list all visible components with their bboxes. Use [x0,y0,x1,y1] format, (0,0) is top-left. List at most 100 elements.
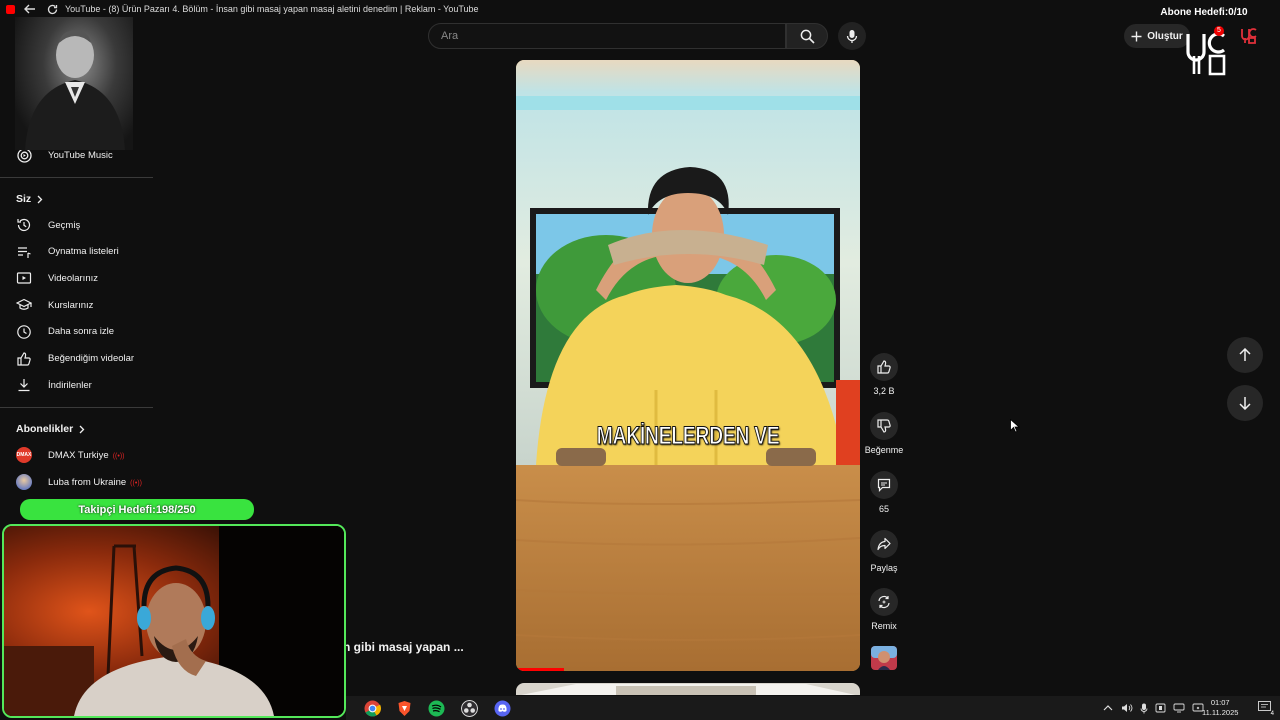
history-icon [16,217,32,233]
thumbs-up-icon [877,360,891,374]
dislike-button[interactable]: Beğenme [864,412,904,455]
share-button[interactable]: Paylaş [866,530,902,573]
sidebar-item-downloads[interactable]: İndirilenler [0,374,153,396]
obs-icon[interactable] [461,700,478,717]
dislike-icon-container [870,412,898,440]
battery-icon[interactable] [1155,703,1166,713]
clock-time: 01:07 [1210,698,1230,707]
live-indicator-icon: ((•)) [112,452,125,460]
remix-button[interactable]: Remix [866,588,902,631]
like-count: 3,2 B [873,386,895,396]
next-short-button[interactable] [1227,385,1263,421]
account-avatar-icon[interactable] [1240,26,1258,44]
discord-icon[interactable] [494,700,511,717]
taskbar-notif-count: 4 [1270,711,1274,717]
sidebar-item-label: Beğendiğim videolar [48,353,135,364]
browser-title-bar: YouTube - (8) Ürün Pazarı 4. Bölüm - İns… [0,0,1280,18]
plus-icon [1131,31,1142,41]
like-button[interactable]: 3,2 B [866,353,902,396]
sidebar-item-label: Geçmiş [48,219,81,231]
dislike-label: Beğenme [864,445,904,455]
sidebar-you-heading[interactable]: Siz [16,193,43,205]
microphone-icon [846,29,858,43]
youtube-favicon-icon [6,4,15,14]
spotify-icon[interactable] [428,700,445,717]
liked-videos-icon [16,351,32,367]
sidebar-item-your-videos[interactable]: Videolarınız [0,267,153,289]
search-icon [800,29,815,44]
taskbar-clock[interactable]: 01:07 11.11.2025 [1202,698,1238,718]
subscriptions-heading-label: Abonelikler [16,423,74,435]
webcam-overlay [2,524,346,718]
sidebar-item-liked-videos[interactable]: Beğendiğim videolar [0,348,153,370]
sidebar-item-label: YouTube Music [48,149,113,161]
reload-icon[interactable] [45,2,59,16]
you-heading-label: Siz [16,193,32,205]
arrow-up-icon [1239,348,1251,361]
sidebar-subscriptions-heading[interactable]: Abonelikler [16,423,85,435]
comments-button[interactable]: 65 [866,471,902,514]
mouse-cursor-icon [1010,419,1020,433]
next-video-preview[interactable] [516,683,860,695]
notification-center-icon [1258,701,1271,711]
system-tray: 4 [1103,696,1280,720]
subscription-item[interactable]: DMAX DMAX Turkiye ((•)) [0,444,153,466]
search-input[interactable]: Ara [428,23,786,49]
video-frame [516,60,860,671]
share-icon [877,537,891,551]
video-progress-bar[interactable] [516,668,565,671]
video-title-truncated[interactable]: n gibi masaj yapan ... [343,640,464,654]
subscription-item[interactable]: Luba from Ukraine ((•)) [0,471,153,493]
shorts-video-player[interactable]: MAKİNELERDEN VE [516,60,860,671]
sidebar-item-courses[interactable]: Kurslarınız [0,294,153,316]
search-placeholder: Ara [441,30,459,42]
your-videos-icon [16,270,32,286]
share-icon-container [870,530,898,558]
arrow-down-icon [1239,397,1251,410]
sidebar-item-label: Kurslarınız [48,299,94,311]
comment-icon [877,478,891,492]
watch-later-icon [16,324,32,340]
sound-thumbnail-button[interactable] [866,646,902,670]
clock-date: 11.11.2025 [1202,708,1239,717]
sidebar-item-watch-later[interactable]: Daha sonra izle [0,321,153,343]
playlist-icon [16,244,32,260]
sidebar-divider [0,177,153,178]
sidebar-divider [0,407,153,408]
courses-icon [16,297,32,313]
network-icon[interactable] [1173,703,1185,713]
chevron-right-icon [79,425,85,433]
notifications-button[interactable]: 4 [1258,701,1274,717]
brave-icon[interactable] [396,700,413,717]
remix-icon-container [870,588,898,616]
notification-badge[interactable]: 5 [1214,26,1224,36]
channel-name: DMAX Turkiye [48,449,109,461]
back-arrow-icon[interactable] [23,2,37,16]
follower-goal-overlay: Takipçi Hedefi:198/250 [20,499,254,520]
create-button[interactable]: Oluştur [1124,24,1190,48]
create-label: Oluştur [1147,30,1183,42]
video-caption: MAKİNELERDEN VE [596,422,780,451]
search-button[interactable] [786,23,828,49]
sidebar-item-history[interactable]: Geçmiş [0,214,153,236]
share-label: Paylaş [870,563,898,573]
remix-icon [878,595,890,609]
previous-short-button[interactable] [1227,337,1263,373]
subscription-label: Luba from Ukraine ((•)) [48,477,142,488]
window-title: YouTube - (8) Ürün Pazarı 4. Bölüm - İns… [65,4,479,14]
subscriber-goal-overlay: Abone Hedefi:0/10 [1138,2,1270,22]
sidebar-item-label: Videolarınız [48,272,98,284]
windows-taskbar: 4 01:07 11.11.2025 [346,696,1280,720]
channel-avatar: DMAX [16,447,32,463]
live-indicator-icon: ((•)) [130,479,142,487]
comment-icon-container [870,471,898,499]
speaker-icon[interactable] [1121,703,1133,713]
chrome-icon[interactable] [364,700,381,717]
channel-name: Luba from Ukraine [48,476,127,488]
microphone-tray-icon[interactable] [1140,703,1148,714]
sidebar-item-playlist[interactable]: Oynatma listeleri [0,241,153,263]
voice-search-button[interactable] [838,22,866,50]
thumbs-down-icon [877,419,891,433]
chevron-up-icon[interactable] [1103,704,1113,712]
like-icon-container [870,353,898,381]
